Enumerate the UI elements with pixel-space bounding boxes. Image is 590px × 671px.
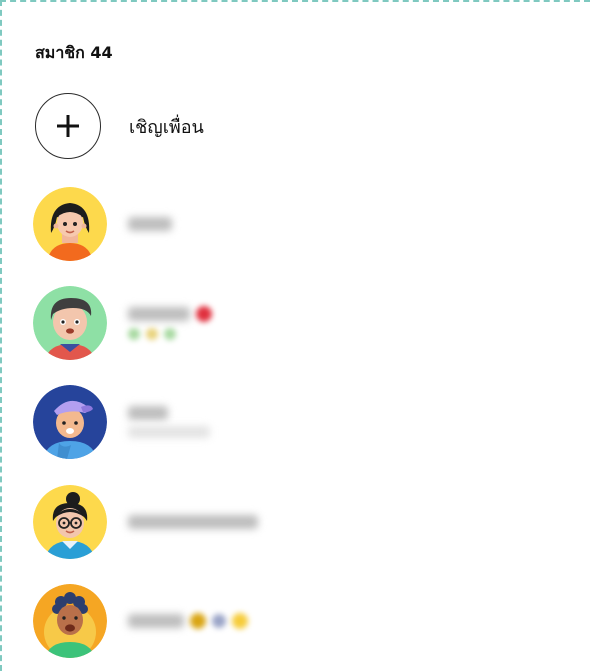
member-info bbox=[128, 515, 258, 529]
avatar-girl-orange-shirt-icon bbox=[33, 187, 107, 261]
member-row[interactable] bbox=[33, 484, 573, 560]
invite-friend-label: เชิญเพื่อน bbox=[129, 116, 204, 138]
member-info bbox=[128, 406, 210, 438]
avatar-boy-curly-hair-icon bbox=[33, 584, 107, 658]
avatar-boy-purple-cap-icon bbox=[33, 385, 107, 459]
avatar bbox=[33, 286, 107, 360]
avatar-girl-glasses-icon bbox=[33, 485, 107, 559]
plus-icon bbox=[57, 115, 79, 137]
member-info bbox=[128, 217, 172, 231]
avatar bbox=[33, 485, 107, 559]
member-row[interactable] bbox=[33, 583, 573, 659]
members-count-title: สมาชิก 44 bbox=[35, 43, 113, 62]
member-status-hidden bbox=[128, 426, 210, 438]
member-status-hidden bbox=[128, 328, 212, 340]
avatar bbox=[33, 385, 107, 459]
invite-friend-row[interactable]: เชิญเพื่อน bbox=[33, 88, 573, 164]
member-row[interactable] bbox=[33, 186, 573, 262]
member-name-hidden bbox=[128, 613, 248, 629]
member-row[interactable] bbox=[33, 285, 573, 361]
members-panel: สมาชิก 44 เชิญเพื่อน bbox=[0, 0, 590, 671]
member-name-hidden bbox=[128, 217, 172, 231]
avatar-boy-green-bg-icon bbox=[33, 286, 107, 360]
member-name-hidden bbox=[128, 515, 258, 529]
member-row[interactable] bbox=[33, 384, 573, 460]
member-name-hidden bbox=[128, 306, 212, 322]
avatar bbox=[33, 584, 107, 658]
avatar bbox=[33, 187, 107, 261]
member-name-hidden bbox=[128, 406, 168, 420]
member-info bbox=[128, 613, 248, 629]
invite-button[interactable] bbox=[35, 93, 101, 159]
member-info bbox=[128, 306, 212, 340]
